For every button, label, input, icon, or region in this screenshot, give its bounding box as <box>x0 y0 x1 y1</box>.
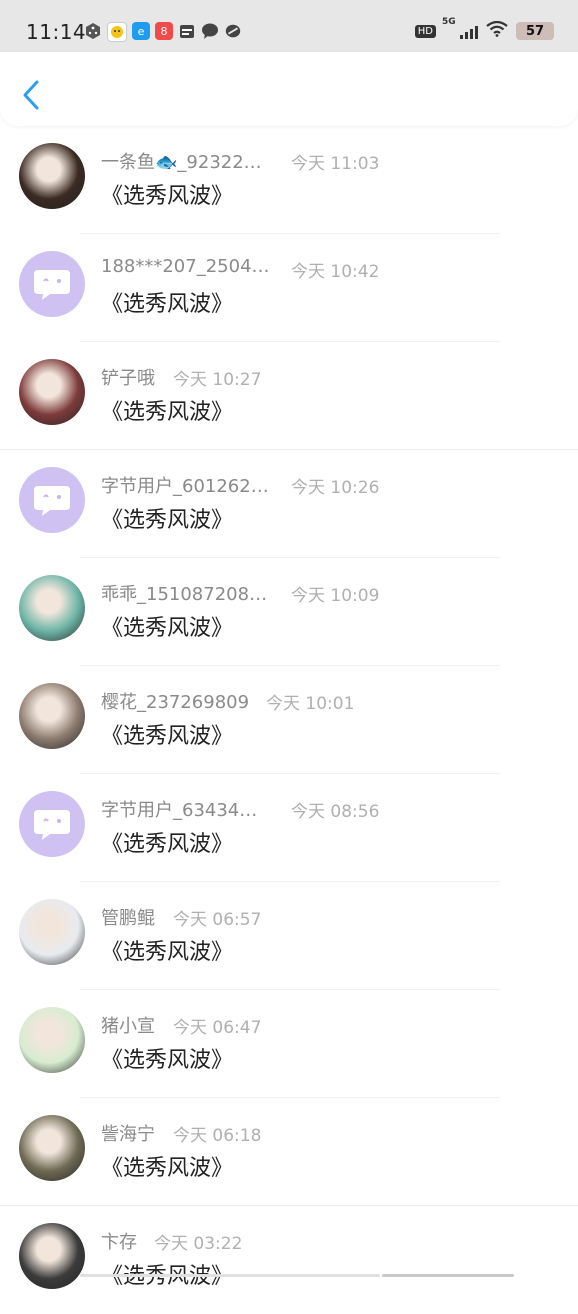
dice-icon <box>84 22 102 40</box>
link-icon <box>224 22 242 40</box>
sender-line: 訾海宁 今天 06:18 <box>101 1120 261 1146</box>
message-content: 《选秀风波》 <box>101 184 234 209</box>
sender-name[interactable]: 铲子哦 <box>101 364 155 390</box>
sender-name[interactable]: 乖乖_151087208… <box>101 580 267 606</box>
message-content: 《选秀风波》 <box>101 940 234 965</box>
status-time: 11:14 <box>26 20 87 44</box>
chat-face-icon <box>34 270 70 300</box>
message-content: 《选秀风波》 <box>101 616 234 641</box>
chat-face-icon <box>34 810 70 840</box>
message-time: 今天 10:01 <box>266 694 355 714</box>
message-content: 《选秀风波》 <box>101 1156 234 1181</box>
avatar[interactable] <box>19 899 85 965</box>
message-row[interactable]: 樱花_237269809 今天 10:01 《选秀风波》 <box>0 666 578 774</box>
message-time: 今天 10:27 <box>173 370 262 390</box>
status-bar: 11:14 e 8 HD 5G 57 <box>0 0 578 60</box>
battery-indicator: 57 <box>516 22 554 40</box>
avatar[interactable] <box>19 575 85 641</box>
sender-line: 乖乖_151087208… 今天 10:09 <box>101 580 379 606</box>
message-time: 今天 03:22 <box>154 1234 243 1254</box>
smiley-app-icon <box>107 22 127 42</box>
chat-bubble-icon <box>201 22 219 40</box>
message-time: 今天 10:09 <box>291 586 380 606</box>
sender-name[interactable]: 188***207_2504… <box>101 256 270 277</box>
wifi-icon <box>486 20 508 41</box>
e-app-icon: e <box>132 22 150 40</box>
message-content: 《选秀风波》 <box>101 292 234 317</box>
message-time: 今天 10:26 <box>291 478 380 498</box>
message-row[interactable]: 铲子哦 今天 10:27 《选秀风波》 <box>0 342 578 450</box>
avatar[interactable] <box>19 1115 85 1181</box>
message-time: 今天 06:47 <box>173 1018 262 1038</box>
message-content: 《选秀风波》 <box>101 1048 234 1073</box>
message-row[interactable]: 乖乖_151087208… 今天 10:09 《选秀风波》 <box>0 558 578 666</box>
avatar[interactable] <box>19 791 85 857</box>
message-row[interactable]: 管鹏鲲 今天 06:57 《选秀风波》 <box>0 882 578 990</box>
red-app-icon: 8 <box>155 22 173 40</box>
message-content: 《选秀风波》 <box>101 508 234 533</box>
sender-name[interactable]: 卞存 <box>101 1228 137 1254</box>
header-bar <box>0 52 578 126</box>
sender-name[interactable]: 一条鱼🐟_92322… <box>101 148 262 174</box>
chat-face-icon <box>34 486 70 516</box>
message-time: 今天 06:57 <box>173 910 262 930</box>
sender-line: 樱花_237269809 今天 10:01 <box>101 688 354 714</box>
sender-line: 字节用户_601262… 今天 10:26 <box>101 472 379 498</box>
network-label: 5G <box>442 17 456 27</box>
message-content: 《选秀风波》 <box>101 724 234 749</box>
sender-name[interactable]: 訾海宁 <box>101 1120 155 1146</box>
message-row[interactable]: 猪小宣 今天 06:47 《选秀风波》 <box>0 990 578 1098</box>
message-row[interactable]: 訾海宁 今天 06:18 《选秀风波》 <box>0 1098 578 1206</box>
sender-line: 188***207_2504… 今天 10:42 <box>101 256 379 282</box>
avatar[interactable] <box>19 251 85 317</box>
sender-name[interactable]: 樱花_237269809 <box>101 688 249 714</box>
message-row[interactable]: 卞存今天 03:22《选秀风波》 <box>0 1206 578 1314</box>
sender-name[interactable]: 管鹏鲲 <box>101 904 155 930</box>
message-time: 今天 10:42 <box>291 262 380 282</box>
signal-icon: 5G <box>442 17 478 39</box>
message-row[interactable]: 一条鱼🐟_92322… 今天 11:03 《选秀风波》 <box>0 126 578 234</box>
avatar[interactable] <box>19 359 85 425</box>
avatar[interactable] <box>19 467 85 533</box>
sender-line: 管鹏鲲 今天 06:57 <box>101 904 261 930</box>
message-time: 今天 11:03 <box>291 154 380 174</box>
message-row[interactable]: 188***207_2504… 今天 10:42 《选秀风波》 <box>0 234 578 342</box>
sender-name[interactable]: 字节用户_63434… <box>101 796 257 822</box>
sender-line: 铲子哦 今天 10:27 <box>101 364 261 390</box>
message-content: 《选秀风波》 <box>101 400 234 425</box>
avatar[interactable] <box>19 683 85 749</box>
message-row[interactable]: 字节用户_601262… 今天 10:26 《选秀风波》 <box>0 450 578 558</box>
sender-line: 字节用户_63434… 今天 08:56 <box>101 796 379 822</box>
calendar-icon <box>178 22 196 40</box>
chevron-left-icon[interactable] <box>20 78 44 112</box>
sender-name[interactable]: 猪小宣 <box>101 1012 155 1038</box>
avatar[interactable] <box>19 1007 85 1073</box>
sender-line: 一条鱼🐟_92322… 今天 11:03 <box>101 148 379 174</box>
system-icons: HD 5G 57 <box>414 17 554 41</box>
scroll-indicator <box>80 1274 520 1278</box>
sender-line: 猪小宣 今天 06:47 <box>101 1012 261 1038</box>
avatar[interactable] <box>19 143 85 209</box>
sender-line: 卞存 今天 03:22 <box>101 1228 242 1254</box>
sender-name[interactable]: 字节用户_601262… <box>101 472 269 498</box>
hd-badge: HD <box>414 24 436 38</box>
message-time: 今天 06:18 <box>173 1126 262 1146</box>
notification-icons: e 8 <box>84 22 242 42</box>
message-row[interactable]: 字节用户_63434… 今天 08:56 《选秀风波》 <box>0 774 578 882</box>
message-content: 《选秀风波》 <box>101 832 234 857</box>
avatar[interactable] <box>19 1223 85 1289</box>
message-time: 今天 08:56 <box>291 802 380 822</box>
message-list: 一条鱼🐟_92322… 今天 11:03 《选秀风波》 188***207_2504…… <box>0 126 578 1314</box>
